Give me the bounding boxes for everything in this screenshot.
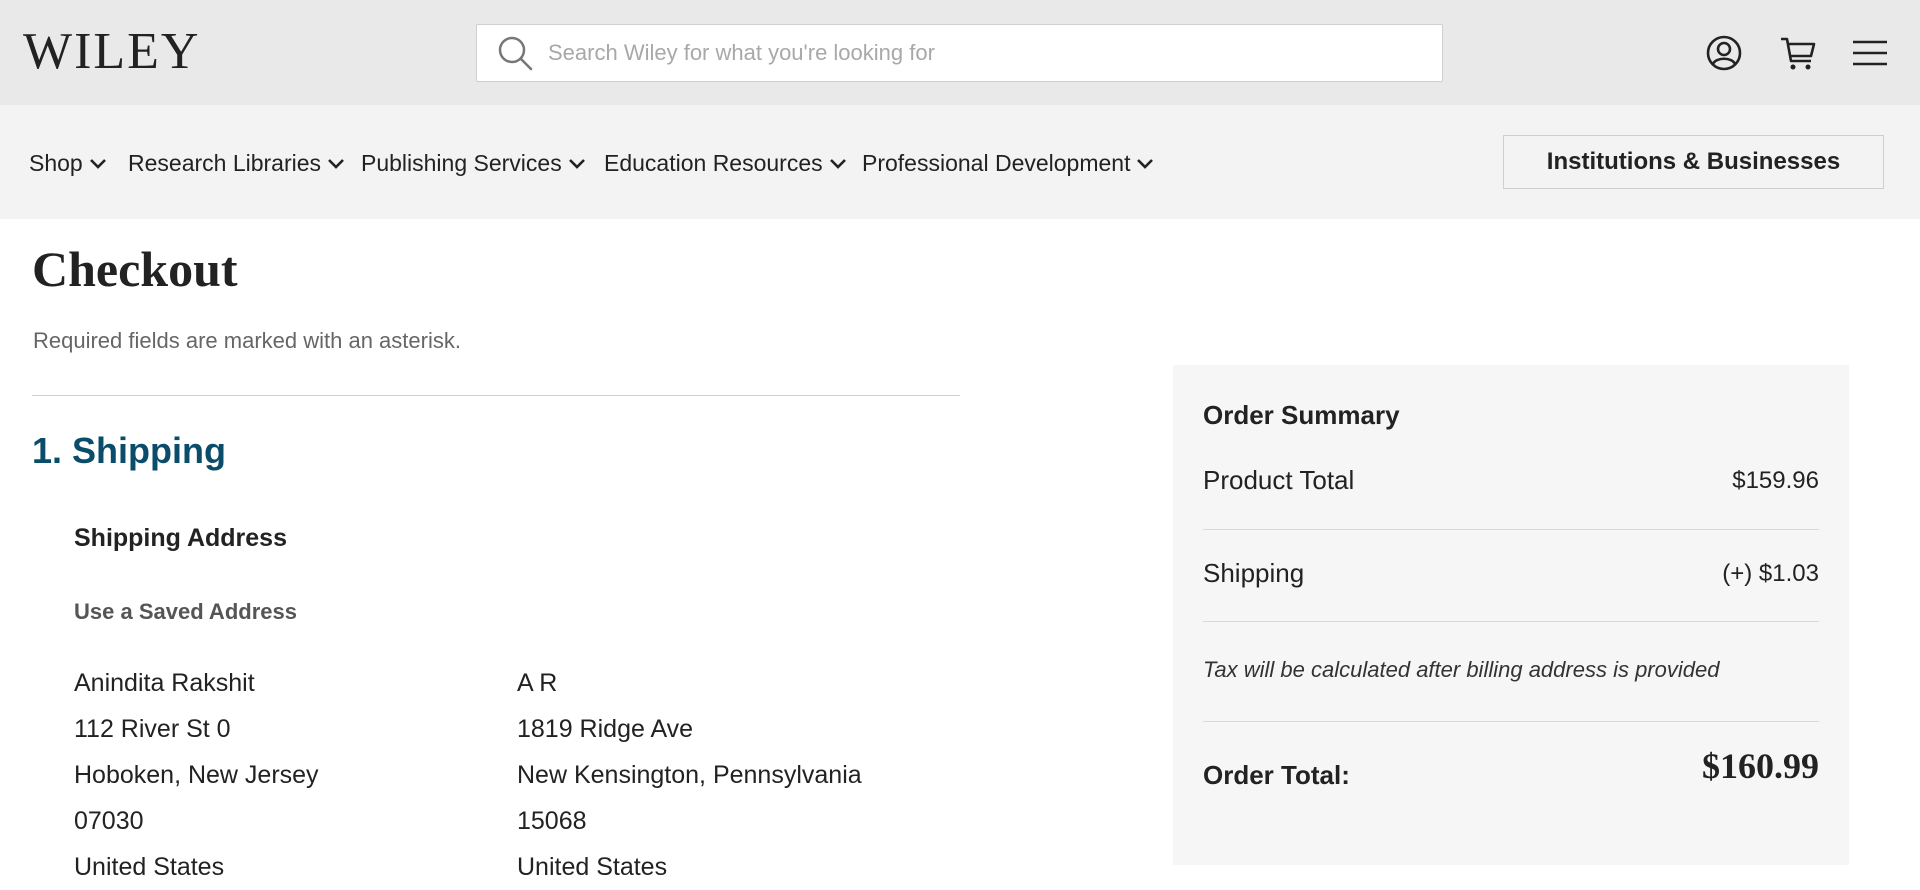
address-zip: 15068 [517, 807, 587, 835]
address-city-state: New Kensington, Pennsylvania [517, 761, 862, 789]
required-fields-note: Required fields are marked with an aster… [33, 328, 461, 353]
wiley-logo[interactable]: WILEY [23, 22, 200, 82]
search-box[interactable] [476, 24, 1443, 82]
tax-note: Tax will be calculated after billing add… [1203, 657, 1720, 682]
chevron-down-icon [1137, 158, 1154, 169]
nav-item-label: Education Resources [604, 150, 823, 176]
divider [1203, 621, 1819, 622]
product-total-value: $159.96 [1732, 466, 1819, 494]
nav-item-research-libraries[interactable]: Research Libraries [128, 150, 345, 177]
search-input[interactable] [548, 40, 1408, 66]
nav-item-label: Shop [29, 150, 83, 176]
product-total-row: Product Total $159.96 [1203, 465, 1819, 496]
chevron-down-icon [89, 158, 106, 169]
shipping-value: (+) $1.03 [1722, 559, 1819, 587]
chevron-down-icon [829, 158, 846, 169]
address-street: 1819 Ridge Ave [517, 715, 694, 743]
saved-address-card[interactable]: A R 1819 Ridge Ave New Kensington, Penns… [517, 660, 862, 890]
divider [1203, 529, 1819, 530]
order-total-value: $160.99 [1702, 746, 1819, 786]
nav-item-publishing-services[interactable]: Publishing Services [361, 150, 586, 177]
top-header: WILEY [0, 0, 1920, 105]
account-icon[interactable] [1704, 33, 1744, 73]
order-summary: Order Summary Product Total $159.96 Ship… [1173, 365, 1849, 865]
nav-item-label: Publishing Services [361, 150, 562, 176]
shipping-row: Shipping (+) $1.03 [1203, 558, 1819, 589]
product-total-label: Product Total [1203, 465, 1355, 495]
menu-icon[interactable] [1850, 33, 1890, 73]
main-nav: Shop Research Libraries Publishing Servi… [0, 105, 1920, 219]
saved-address-card[interactable]: Anindita Rakshit 112 River St 0 Hoboken,… [74, 660, 319, 890]
address-country: United States [74, 853, 225, 881]
page-title: Checkout [32, 241, 238, 297]
section-title-shipping[interactable]: 1. Shipping [32, 430, 226, 472]
nav-item-shop[interactable]: Shop [29, 150, 107, 177]
divider [32, 395, 960, 396]
nav-item-label: Professional Development [862, 150, 1131, 176]
address-zip: 07030 [74, 807, 144, 835]
use-saved-address-label[interactable]: Use a Saved Address [74, 599, 297, 625]
divider [1203, 721, 1819, 722]
nav-item-label: Research Libraries [128, 150, 322, 176]
search-icon [498, 36, 533, 71]
nav-item-education-resources[interactable]: Education Resources [604, 150, 847, 177]
address-country: United States [517, 853, 668, 881]
order-summary-title: Order Summary [1203, 400, 1400, 430]
chevron-down-icon [328, 158, 344, 169]
address-name: Anindita Rakshit [74, 669, 255, 697]
order-total-label: Order Total: [1203, 760, 1350, 790]
cart-icon[interactable] [1778, 33, 1818, 73]
chevron-down-icon [568, 158, 585, 169]
address-name: A R [517, 669, 558, 697]
nav-item-professional-development[interactable]: Professional Development [862, 150, 1154, 177]
address-city-state: Hoboken, New Jersey [74, 761, 319, 789]
shipping-label: Shipping [1203, 558, 1305, 588]
institutions-businesses-button[interactable]: Institutions & Businesses [1503, 135, 1884, 189]
shipping-address-heading: Shipping Address [74, 524, 287, 552]
address-street: 112 River St 0 [74, 715, 231, 743]
